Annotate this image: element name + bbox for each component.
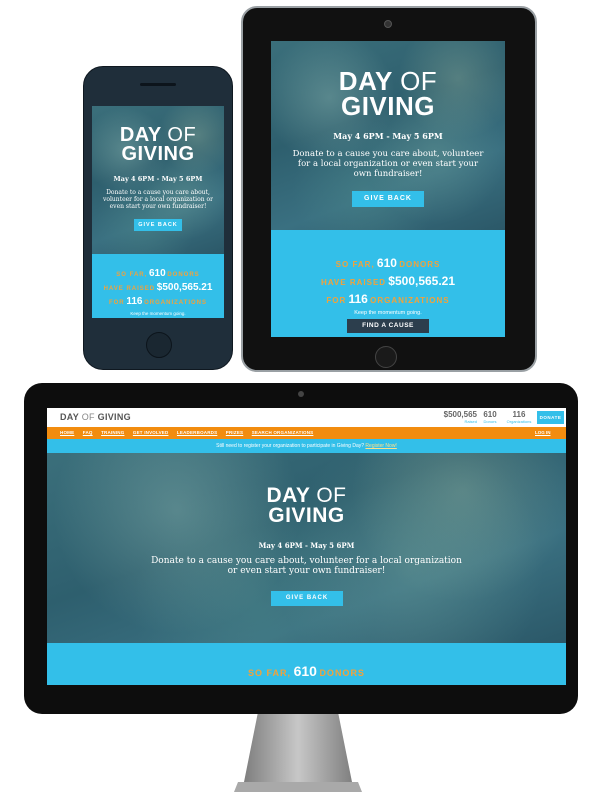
tablet-screen: DAY OF GIVING May 4 6PM - May 5 6PM Dona… — [271, 41, 505, 337]
nav-training[interactable]: TRAINING — [101, 430, 124, 435]
phone-hero: DAY OF GIVING May 4 6PM - May 5 6PM Dona… — [92, 106, 224, 254]
tablet-device: DAY OF GIVING May 4 6PM - May 5 6PM Dona… — [241, 6, 537, 372]
tablet-momentum-text: Keep the momentum going. — [354, 310, 422, 316]
monitor-stand-shape — [234, 712, 362, 792]
tablet-stat-raised: HAVE RAISED $500,565.21 — [320, 274, 456, 288]
desktop-logo[interactable]: DAY OF GIVING — [60, 412, 131, 422]
nav-search-organizations[interactable]: SEARCH ORGANIZATIONS — [252, 430, 314, 435]
desktop-header: DAY OF GIVING $500,565 Raised 610 Donors… — [47, 408, 566, 427]
tablet-camera — [384, 20, 392, 28]
phone-screen: DAY OF GIVING May 4 6PM - May 5 6PM Dona… — [92, 106, 224, 318]
register-now-link[interactable]: Register Now! — [365, 443, 396, 449]
phone-device: DAY OF GIVING May 4 6PM - May 5 6PM Dona… — [83, 66, 233, 370]
nav-items: HOME FAQ TRAINING GET INVOLVED LEADERBOA… — [60, 430, 313, 435]
phone-speaker — [140, 83, 176, 86]
desktop-screen: DAY OF GIVING $500,565 Raised 610 Donors… — [47, 408, 566, 685]
phone-hero-date: May 4 6PM - May 5 6PM — [113, 175, 203, 183]
phone-give-back-button[interactable]: GIVE BACK — [134, 219, 182, 231]
monitor-device: DAY OF GIVING $500,565 Raised 610 Donors… — [24, 383, 578, 714]
desktop-hero-date: May 4 6PM - May 5 6PM — [258, 541, 355, 550]
phone-stat-orgs: FOR 116 ORGANIZATIONS — [108, 296, 208, 307]
monitor-stand — [228, 712, 368, 797]
phone-stat-donors: SO FAR, 610 DONORS — [116, 268, 200, 279]
tablet-give-back-button[interactable]: GIVE BACK — [352, 191, 424, 207]
phone-stat-raised: HAVE RAISED $500,565.21 — [103, 282, 213, 293]
tablet-hero-description: Donate to a cause you care about, volunt… — [292, 149, 484, 179]
nav-prizes[interactable]: PRIZES — [226, 430, 243, 435]
tablet-hero: DAY OF GIVING May 4 6PM - May 5 6PM Dona… — [271, 41, 505, 230]
desktop-stats: SO FAR, 610 DONORS — [47, 643, 566, 685]
desktop-hero-title: DAY OF GIVING — [266, 484, 347, 527]
phone-home-button[interactable] — [146, 332, 172, 358]
phone-momentum-text: Keep the momentum going. — [130, 311, 186, 316]
tablet-find-cause-button[interactable]: FIND A CAUSE — [347, 319, 429, 333]
tablet-hero-title: DAY OF GIVING — [338, 66, 438, 121]
tablet-home-button[interactable] — [375, 346, 397, 368]
nav-home[interactable]: HOME — [60, 430, 74, 435]
phone-hero-title: DAY OF GIVING — [119, 124, 197, 165]
phone-stats: SO FAR, 610 DONORS HAVE RAISED $500,565.… — [92, 254, 224, 318]
nav-get-involved[interactable]: GET INVOLVED — [133, 430, 169, 435]
nav-leaderboards[interactable]: LEADERBOARDS — [177, 430, 217, 435]
tablet-stats: SO FAR, 610 DONORS HAVE RAISED $500,565.… — [271, 230, 505, 337]
tablet-hero-date: May 4 6PM - May 5 6PM — [333, 131, 443, 141]
desktop-stat-donors: SO FAR, 610 DONORS — [248, 663, 365, 679]
tablet-stat-orgs: FOR 116 ORGANIZATIONS — [326, 292, 450, 306]
nav-login[interactable]: LOG IN — [535, 430, 551, 435]
donate-button[interactable]: DONATE — [537, 411, 564, 424]
desktop-give-back-button[interactable]: GIVE BACK — [271, 591, 343, 606]
desktop-nav: HOME FAQ TRAINING GET INVOLVED LEADERBOA… — [47, 427, 566, 439]
phone-hero-description: Donate to a cause you care about, volunt… — [103, 189, 213, 210]
header-stat-donors: 610 Donors — [483, 410, 497, 424]
notice-bar: Still need to register your organization… — [47, 439, 566, 453]
desktop-hero: DAY OF GIVING May 4 6PM - May 5 6PM Dona… — [47, 453, 566, 643]
monitor-camera — [298, 391, 304, 397]
nav-faq[interactable]: FAQ — [83, 430, 93, 435]
header-stat-orgs: 116 Organizations — [506, 410, 532, 424]
header-stat-raised: $500,565 Raised — [443, 410, 477, 424]
desktop-hero-description: Donate to a cause you care about, volunt… — [151, 556, 462, 576]
tablet-stat-donors: SO FAR, 610 DONORS — [335, 256, 441, 270]
